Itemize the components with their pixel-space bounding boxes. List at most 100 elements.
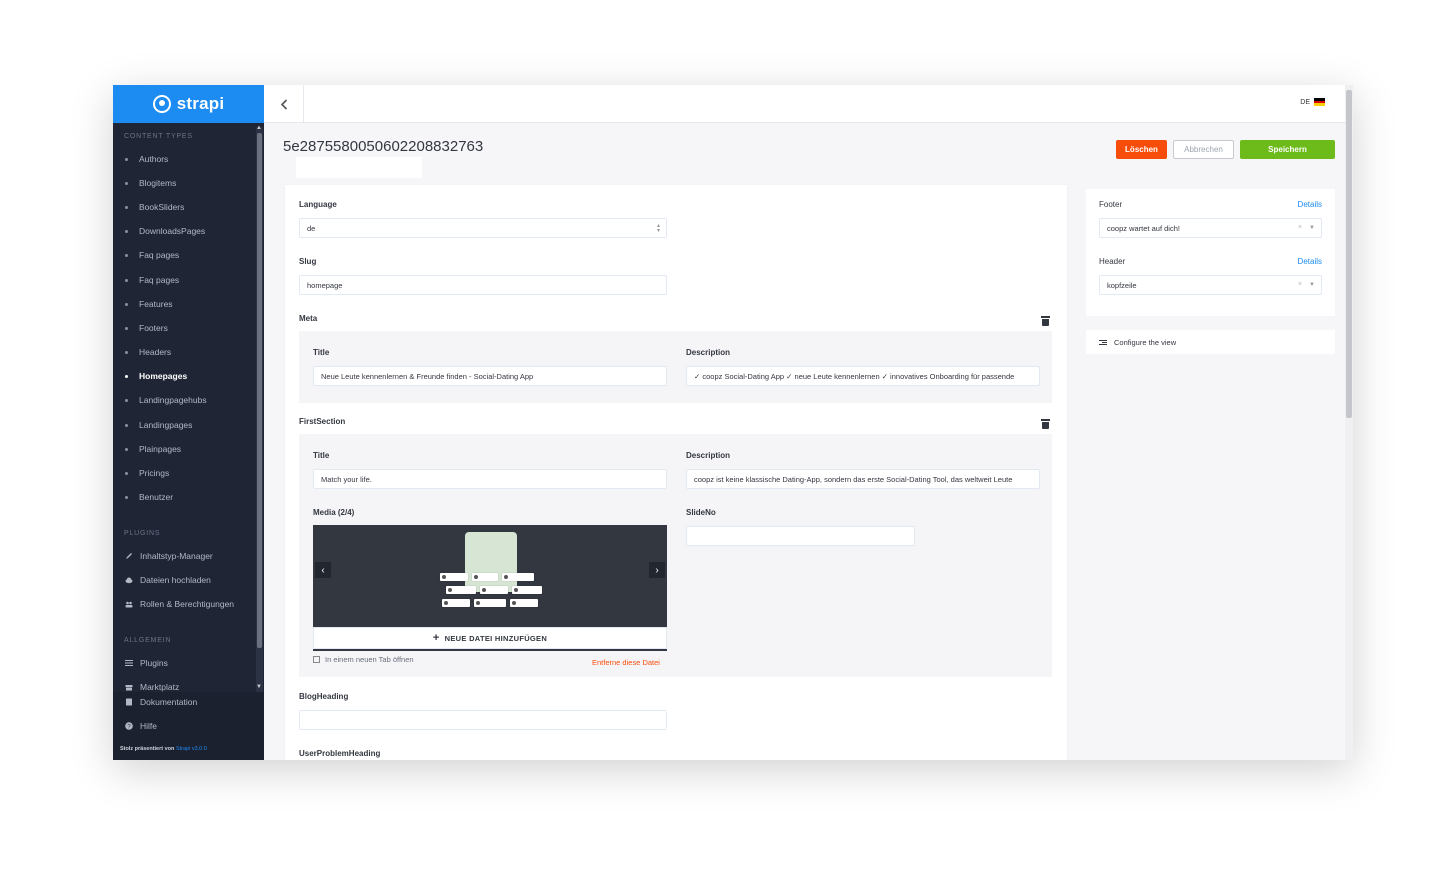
app-window: strapi CONTENT TYPES Authors Blogitems B… <box>113 85 1353 760</box>
sidebar-item-faq-pages-2[interactable]: Faq pages <box>125 275 179 285</box>
preview-card <box>480 586 508 594</box>
sidebar-item-landingpages[interactable]: Landingpages <box>125 420 192 430</box>
relations-panel: Footer Details coopz wartet auf dich! × … <box>1086 189 1335 316</box>
sidebar-item-marktplatz[interactable]: Marktplatz <box>125 682 179 692</box>
book-icon <box>125 698 133 706</box>
sidebar-item-dokumentation[interactable]: Dokumentation <box>125 697 197 707</box>
slideno-label: SlideNo <box>686 508 716 517</box>
scrollbar-thumb[interactable] <box>257 133 262 648</box>
sidebar-item-faq-pages[interactable]: Faq pages <box>125 250 179 260</box>
preview-card <box>442 599 470 607</box>
scroll-up-icon[interactable]: ▲ <box>256 125 262 131</box>
header-details-link[interactable]: Details <box>1298 257 1322 266</box>
footer-details-link[interactable]: Details <box>1298 200 1322 209</box>
bullet-icon <box>125 278 128 282</box>
sidebar-item-blogitems[interactable]: Blogitems <box>125 178 176 188</box>
add-file-button[interactable]: + NEUE DATEI HINZUFÜGEN <box>313 627 667 649</box>
open-new-tab-link[interactable]: In einem neuen Tab öffnen <box>313 655 414 664</box>
preview-card <box>474 599 506 607</box>
sidebar-item-footers[interactable]: Footers <box>125 323 168 333</box>
configure-view-button[interactable]: Configure the view <box>1086 330 1335 354</box>
sidebar-item-dateien-hochladen[interactable]: Dateien hochladen <box>125 575 211 585</box>
bullet-icon <box>125 181 128 185</box>
footer-select[interactable]: coopz wartet auf dich! × ▼ <box>1099 218 1322 238</box>
chevron-down-icon[interactable]: ▼ <box>1309 225 1315 231</box>
user-problem-heading-label: UserProblemHeading <box>299 749 381 758</box>
bullet-icon <box>125 302 128 306</box>
remove-file-link[interactable]: Entferne diese Datei <box>592 658 660 667</box>
delete-button[interactable]: Löschen <box>1116 140 1167 159</box>
plus-icon: + <box>432 632 440 644</box>
footer-relation-label: Footer <box>1099 200 1123 209</box>
list-icon <box>125 659 133 667</box>
back-button[interactable] <box>264 85 304 123</box>
bullet-icon <box>125 471 128 475</box>
bullet-icon <box>125 326 128 330</box>
blog-heading-input[interactable] <box>299 710 667 730</box>
chevron-right-icon[interactable]: › <box>649 562 665 578</box>
meta-description-label: Description <box>686 348 731 357</box>
language-switcher[interactable]: DE <box>1300 98 1325 107</box>
meta-description-input[interactable]: ✓ coopz Social-Dating App ✓ neue Leute k… <box>686 366 1040 386</box>
preview-card <box>510 599 538 607</box>
main-scrollbar[interactable] <box>1345 85 1353 760</box>
shop-icon <box>125 683 133 691</box>
sidebar-item-inhaltstyp-manager[interactable]: Inhaltstyp-Manager <box>125 551 213 561</box>
strapi-version-link[interactable]: Strapi v3.0.0 <box>176 746 207 752</box>
sidebar-item-booksliders[interactable]: BookSliders <box>125 202 184 212</box>
sidebar: strapi CONTENT TYPES Authors Blogitems B… <box>113 85 264 760</box>
main-content: 5e287558005060220883​2763 Löschen Abbrec… <box>264 124 1344 760</box>
language-select[interactable]: de ▴ ▾ <box>299 218 667 238</box>
bullet-icon <box>125 253 128 257</box>
slug-label: Slug <box>299 257 317 266</box>
title-tab <box>296 157 422 178</box>
media-label: Media (2/4) <box>313 508 355 517</box>
sidebar-item-headers[interactable]: Headers <box>125 347 171 357</box>
media-preview-image <box>465 532 517 592</box>
question-icon: ? <box>125 722 133 730</box>
sidebar-scrollbar[interactable] <box>256 127 263 692</box>
brand-name: strapi <box>176 94 225 113</box>
meta-title-input[interactable]: Neue Leute kennenlernen & Freunde finden… <box>313 366 667 386</box>
header-select[interactable]: kopfzeile × ▼ <box>1099 275 1322 295</box>
preview-card <box>512 586 542 594</box>
sidebar-item-plugins[interactable]: Plugins <box>125 658 168 668</box>
sidebar-item-pricings[interactable]: Pricings <box>125 468 169 478</box>
sidebar-item-authors[interactable]: Authors <box>125 154 168 164</box>
meta-label: Meta <box>299 314 318 323</box>
first-section-description-input[interactable]: coopz ist keine klassische Dating-App, s… <box>686 469 1040 489</box>
sidebar-item-plainpages[interactable]: Plainpages <box>125 444 181 454</box>
chevron-left-icon[interactable]: ‹ <box>315 562 331 578</box>
sidebar-item-features[interactable]: Features <box>125 299 173 309</box>
header-relation-label: Header <box>1099 257 1126 266</box>
sidebar-item-downloadspages[interactable]: DownloadsPages <box>125 226 205 236</box>
scroll-down-icon[interactable]: ▼ <box>256 684 262 690</box>
sidebar-item-homepages[interactable]: Homepages <box>125 371 187 381</box>
sidebar-item-hilfe[interactable]: ? Hilfe <box>125 721 157 731</box>
general-heading: ALLGEMEIN <box>124 637 172 644</box>
slideno-input[interactable] <box>686 526 915 546</box>
page-title: 5e287558005060220883​2763 <box>283 138 484 155</box>
pencil-icon <box>125 552 133 560</box>
bullet-icon <box>125 205 128 209</box>
first-section-title-input[interactable]: Match your life. <box>313 469 667 489</box>
trash-icon[interactable] <box>1041 316 1050 326</box>
clear-icon[interactable]: × <box>1298 281 1302 288</box>
layout-icon <box>1099 339 1107 345</box>
select-arrows-icon: ▴ ▾ <box>656 223 660 234</box>
slug-input[interactable]: homepage <box>299 275 667 295</box>
preview-card <box>440 573 468 581</box>
brand-logo[interactable]: strapi <box>113 85 264 123</box>
preview-card <box>472 573 498 581</box>
save-button[interactable]: Speichern <box>1240 140 1335 159</box>
sidebar-item-benutzer[interactable]: Benutzer <box>125 492 173 502</box>
chevron-down-icon[interactable]: ▼ <box>1309 282 1315 288</box>
scrollbar-thumb[interactable] <box>1346 90 1352 418</box>
trash-icon[interactable] <box>1041 419 1050 429</box>
sidebar-item-landingpagehubs[interactable]: Landingpagehubs <box>125 395 207 405</box>
meta-title-label: Title <box>313 348 330 357</box>
clear-icon[interactable]: × <box>1298 224 1302 231</box>
cancel-button[interactable]: Abbrechen <box>1173 140 1234 159</box>
bullet-icon <box>125 157 128 161</box>
sidebar-item-rollen-berechtigungen[interactable]: Rollen & Berechtigungen <box>125 599 234 609</box>
